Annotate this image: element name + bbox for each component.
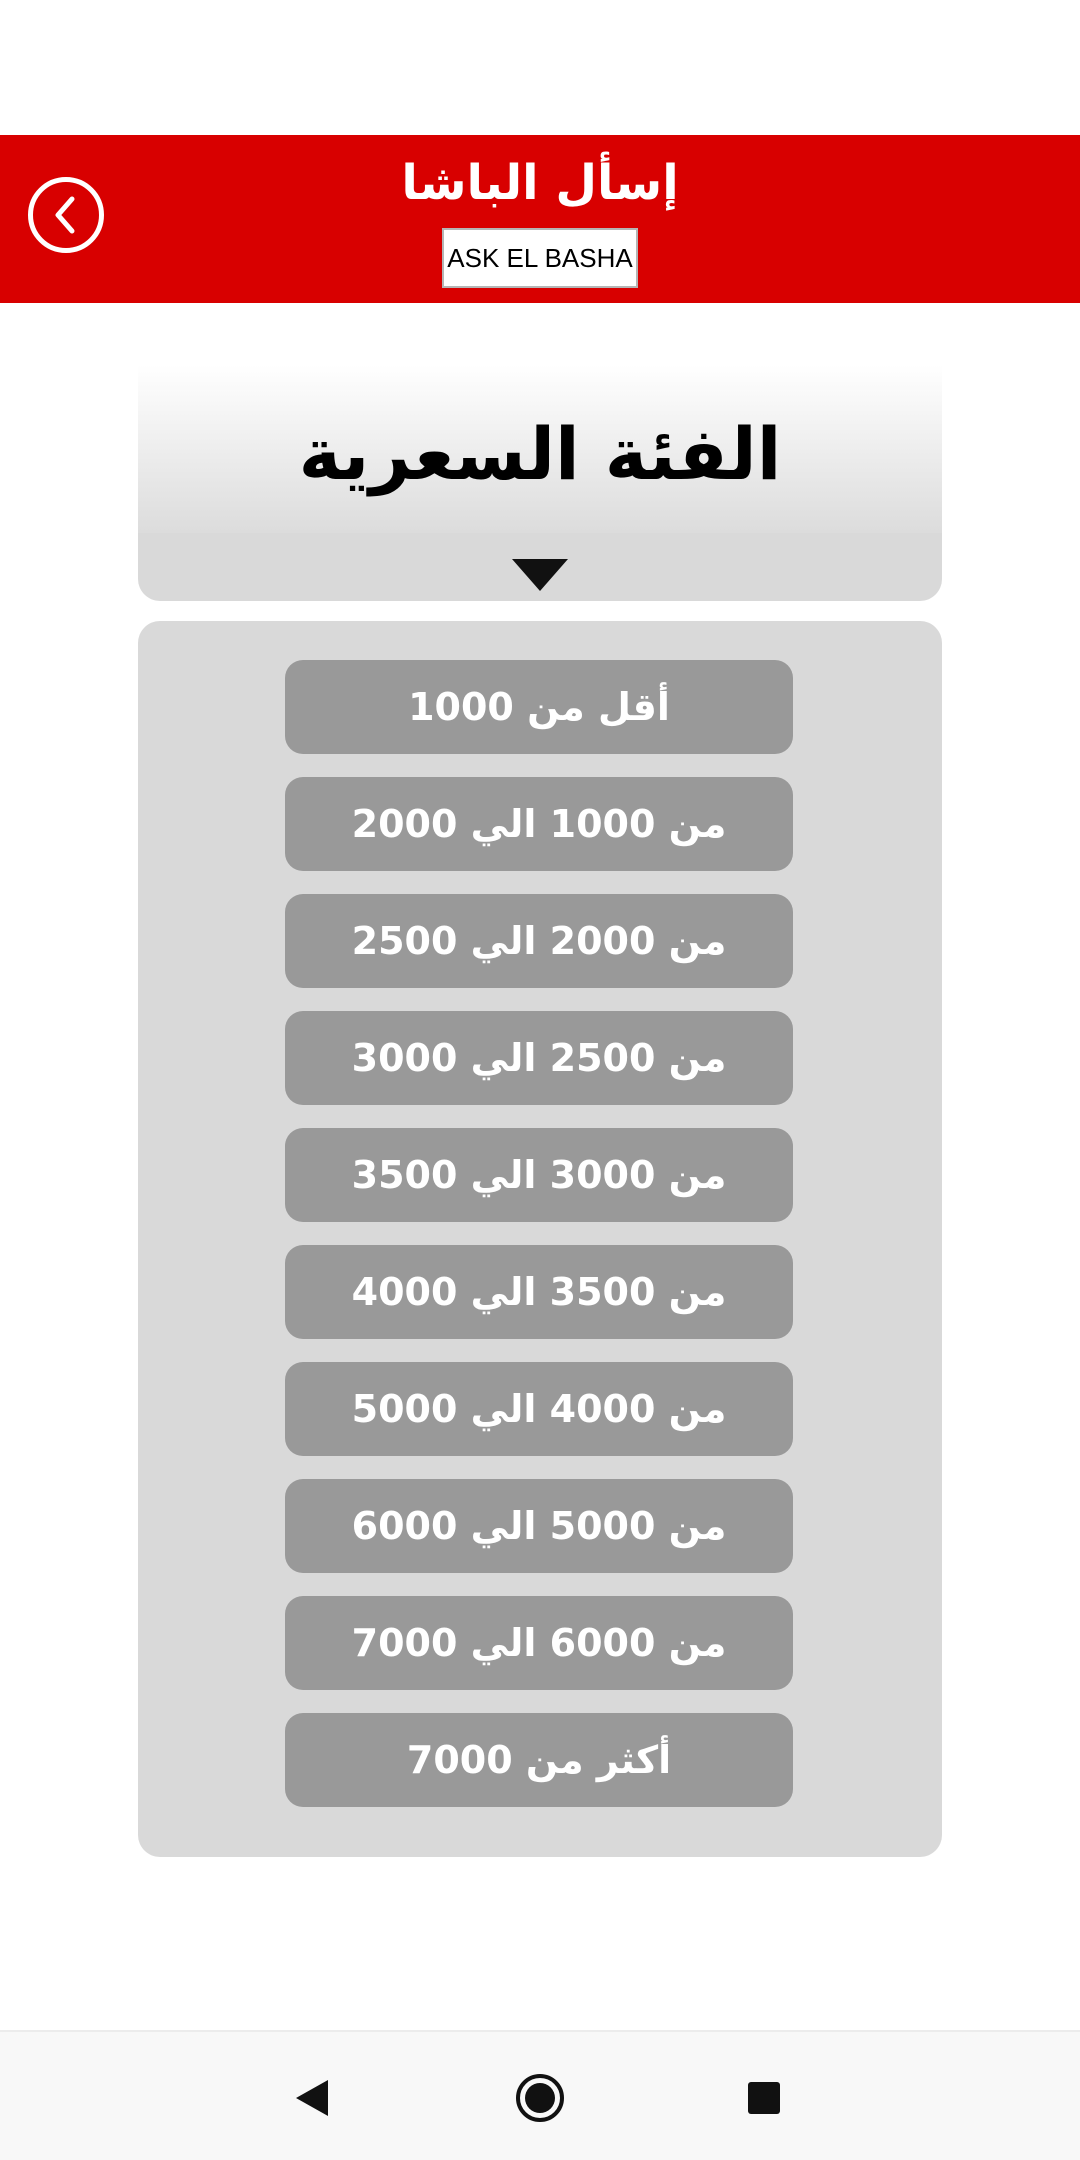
triangle-down-icon[interactable] <box>510 557 570 593</box>
status-bar <box>0 0 1080 135</box>
nav-back-button[interactable] <box>282 2068 342 2128</box>
price-option[interactable]: من 3000 الي 3500 <box>285 1128 793 1222</box>
price-option[interactable]: من 1000 الي 2000 <box>285 777 793 871</box>
price-option[interactable]: من 6000 الي 7000 <box>285 1596 793 1690</box>
app-subtitle: ASK EL BASHA <box>442 228 638 288</box>
price-range-title: الفئة السعرية <box>298 412 782 496</box>
price-option[interactable]: من 3500 الي 4000 <box>285 1245 793 1339</box>
triangle-back-icon <box>296 2080 328 2116</box>
circle-home-icon <box>516 2074 564 2122</box>
price-option[interactable]: من 5000 الي 6000 <box>285 1479 793 1573</box>
price-option[interactable]: من 2000 الي 2500 <box>285 894 793 988</box>
price-option[interactable]: من 4000 الي 5000 <box>285 1362 793 1456</box>
nav-recents-button[interactable] <box>734 2068 794 2128</box>
price-range-header[interactable]: الفئة السعرية <box>138 365 942 601</box>
app-title: إسأل الباشا <box>401 155 679 211</box>
price-option[interactable]: من 2500 الي 3000 <box>285 1011 793 1105</box>
square-recents-icon <box>748 2082 780 2114</box>
price-options-list: أقل من 1000 من 1000 الي 2000 من 2000 الي… <box>138 621 942 1857</box>
nav-home-button[interactable] <box>510 2068 570 2128</box>
app-bar: إسأل الباشا ASK EL BASHA <box>0 135 1080 303</box>
system-nav-bar <box>0 2030 1080 2160</box>
price-option[interactable]: أقل من 1000 <box>285 660 793 754</box>
price-option[interactable]: أكثر من 7000 <box>285 1713 793 1807</box>
